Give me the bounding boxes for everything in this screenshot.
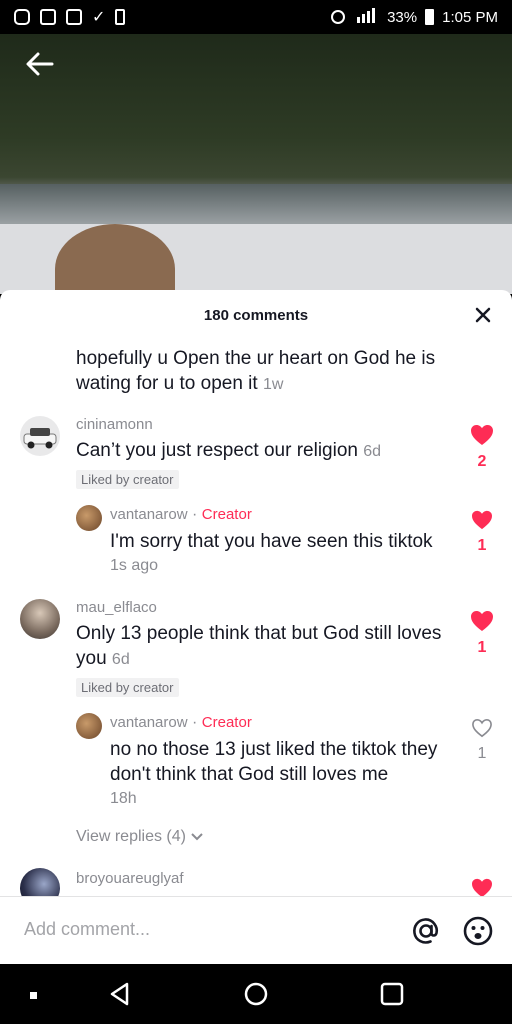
separator-dot: · xyxy=(192,506,198,523)
comments-list[interactable]: hopefully u Open the ur heart on God he … xyxy=(0,340,512,896)
heart-filled-icon xyxy=(472,510,492,530)
liked-by-creator-badge: Liked by creator xyxy=(76,678,179,697)
back-triangle-icon xyxy=(110,982,129,1006)
avatar[interactable] xyxy=(76,713,102,739)
instagram-icon xyxy=(14,9,30,25)
like-button[interactable]: 1 xyxy=(467,718,497,763)
like-button[interactable]: 1 xyxy=(467,510,497,555)
hd-icon xyxy=(40,9,56,25)
close-icon xyxy=(475,307,491,323)
creator-tag: Creator xyxy=(201,506,252,523)
download-done-icon: ✓ xyxy=(92,9,106,26)
like-count: 1 xyxy=(477,745,487,762)
avatar[interactable] xyxy=(76,505,102,531)
reply-header: vantanarow · Creator xyxy=(110,506,460,524)
battery-saver-icon xyxy=(115,9,126,25)
reply-text: I'm sorry that you have seen this tiktok xyxy=(110,531,433,552)
signal-icon xyxy=(353,7,379,27)
recents-square-icon xyxy=(380,982,404,1006)
image-icon xyxy=(66,9,82,25)
liked-by-creator-badge: Liked by creator xyxy=(76,470,179,489)
car-avatar-icon xyxy=(23,428,57,449)
view-replies-label: View replies (4) xyxy=(76,828,186,845)
comment-username[interactable]: broyouareuglyaf xyxy=(76,870,456,887)
comment-body: Only 13 people think that but God still … xyxy=(76,623,442,669)
comment-text: Can’t you just respect our religion 6d xyxy=(76,438,456,464)
reply-text: no no those 13 just liked the tiktok the… xyxy=(110,739,438,785)
heart-outline-icon xyxy=(472,718,492,738)
back-button[interactable] xyxy=(24,50,56,78)
comments-sheet: 180 comments hopefully u Open the ur hea… xyxy=(0,290,512,964)
battery-icon xyxy=(425,9,435,25)
comment-item[interactable]: cininamonn Can’t you just respect our re… xyxy=(76,416,456,489)
reply-username[interactable]: vantanarow xyxy=(110,506,188,523)
nav-home-button[interactable] xyxy=(242,980,270,1008)
like-button[interactable] xyxy=(467,878,497,896)
reply-time: 18h xyxy=(110,790,137,807)
add-comment-input[interactable] xyxy=(24,919,384,940)
like-count: 1 xyxy=(477,639,487,656)
comment-username[interactable]: mau_elflaco xyxy=(76,599,456,616)
reply-username[interactable]: vantanarow xyxy=(110,714,188,731)
comment-time: 1w xyxy=(262,376,284,393)
emoji-icon xyxy=(463,916,493,946)
emoji-button[interactable] xyxy=(462,915,494,947)
square-dot-icon xyxy=(30,992,37,999)
battery-percent: 33% xyxy=(387,8,418,26)
comment-item: hopefully u Open the ur heart on God he … xyxy=(76,340,476,397)
avatar[interactable] xyxy=(20,868,60,896)
heart-filled-icon xyxy=(471,611,493,631)
comment-text: Only 13 people think that but God still … xyxy=(76,621,456,672)
comment-item[interactable]: mau_elflaco Only 13 people think that bu… xyxy=(76,599,456,697)
chevron-down-icon xyxy=(191,833,203,841)
comment-item[interactable]: broyouareuglyaf xyxy=(76,870,456,887)
avatar[interactable] xyxy=(20,599,60,639)
status-icons-right: 33% 1:05 PM xyxy=(331,7,498,27)
home-circle-icon xyxy=(244,982,268,1006)
nav-menu-button[interactable] xyxy=(20,980,48,1008)
comment-time: 6d xyxy=(363,443,382,460)
back-arrow-icon xyxy=(26,52,54,76)
heart-filled-icon xyxy=(472,878,492,896)
comment-input-bar xyxy=(0,896,512,964)
clock: 1:05 PM xyxy=(442,8,498,26)
nav-back-button[interactable] xyxy=(106,980,134,1008)
mention-button[interactable] xyxy=(410,915,442,947)
avatar[interactable] xyxy=(20,416,60,456)
comment-time: 6d xyxy=(111,651,130,668)
comment-text: hopefully u Open the ur heart on God he … xyxy=(76,346,476,397)
heart-filled-icon xyxy=(471,425,493,445)
status-bar: ✓ 33% 1:05 PM xyxy=(0,0,512,34)
reply-header: vantanarow · Creator xyxy=(110,714,460,732)
like-button[interactable]: 2 xyxy=(467,424,497,471)
comments-count-title: 180 comments xyxy=(203,306,309,324)
system-nav-bar xyxy=(0,964,512,1024)
like-count: 2 xyxy=(477,453,487,470)
separator-dot: · xyxy=(192,714,198,731)
like-count: 1 xyxy=(477,537,487,554)
reply-item[interactable]: vantanarow · Creator I'm sorry that you … xyxy=(110,506,460,575)
creator-tag: Creator xyxy=(201,714,252,731)
reply-time: 1s ago xyxy=(110,557,159,574)
like-button[interactable]: 1 xyxy=(467,610,497,657)
close-button[interactable] xyxy=(472,304,494,326)
comment-body: hopefully u Open the ur heart on God he … xyxy=(76,348,436,394)
at-icon xyxy=(413,918,439,944)
status-icons-left: ✓ xyxy=(14,7,126,27)
view-replies-button[interactable]: View replies (4) xyxy=(76,828,204,846)
comment-body: Can’t you just respect our religion xyxy=(76,440,358,461)
reply-item[interactable]: vantanarow · Creator no no those 13 just… xyxy=(110,714,460,808)
video-roof xyxy=(0,184,512,224)
alarm-icon xyxy=(331,10,346,24)
comment-username[interactable]: cininamonn xyxy=(76,416,456,433)
sheet-header: 180 comments xyxy=(0,290,512,340)
nav-recents-button[interactable] xyxy=(378,980,406,1008)
video-background xyxy=(0,34,512,294)
